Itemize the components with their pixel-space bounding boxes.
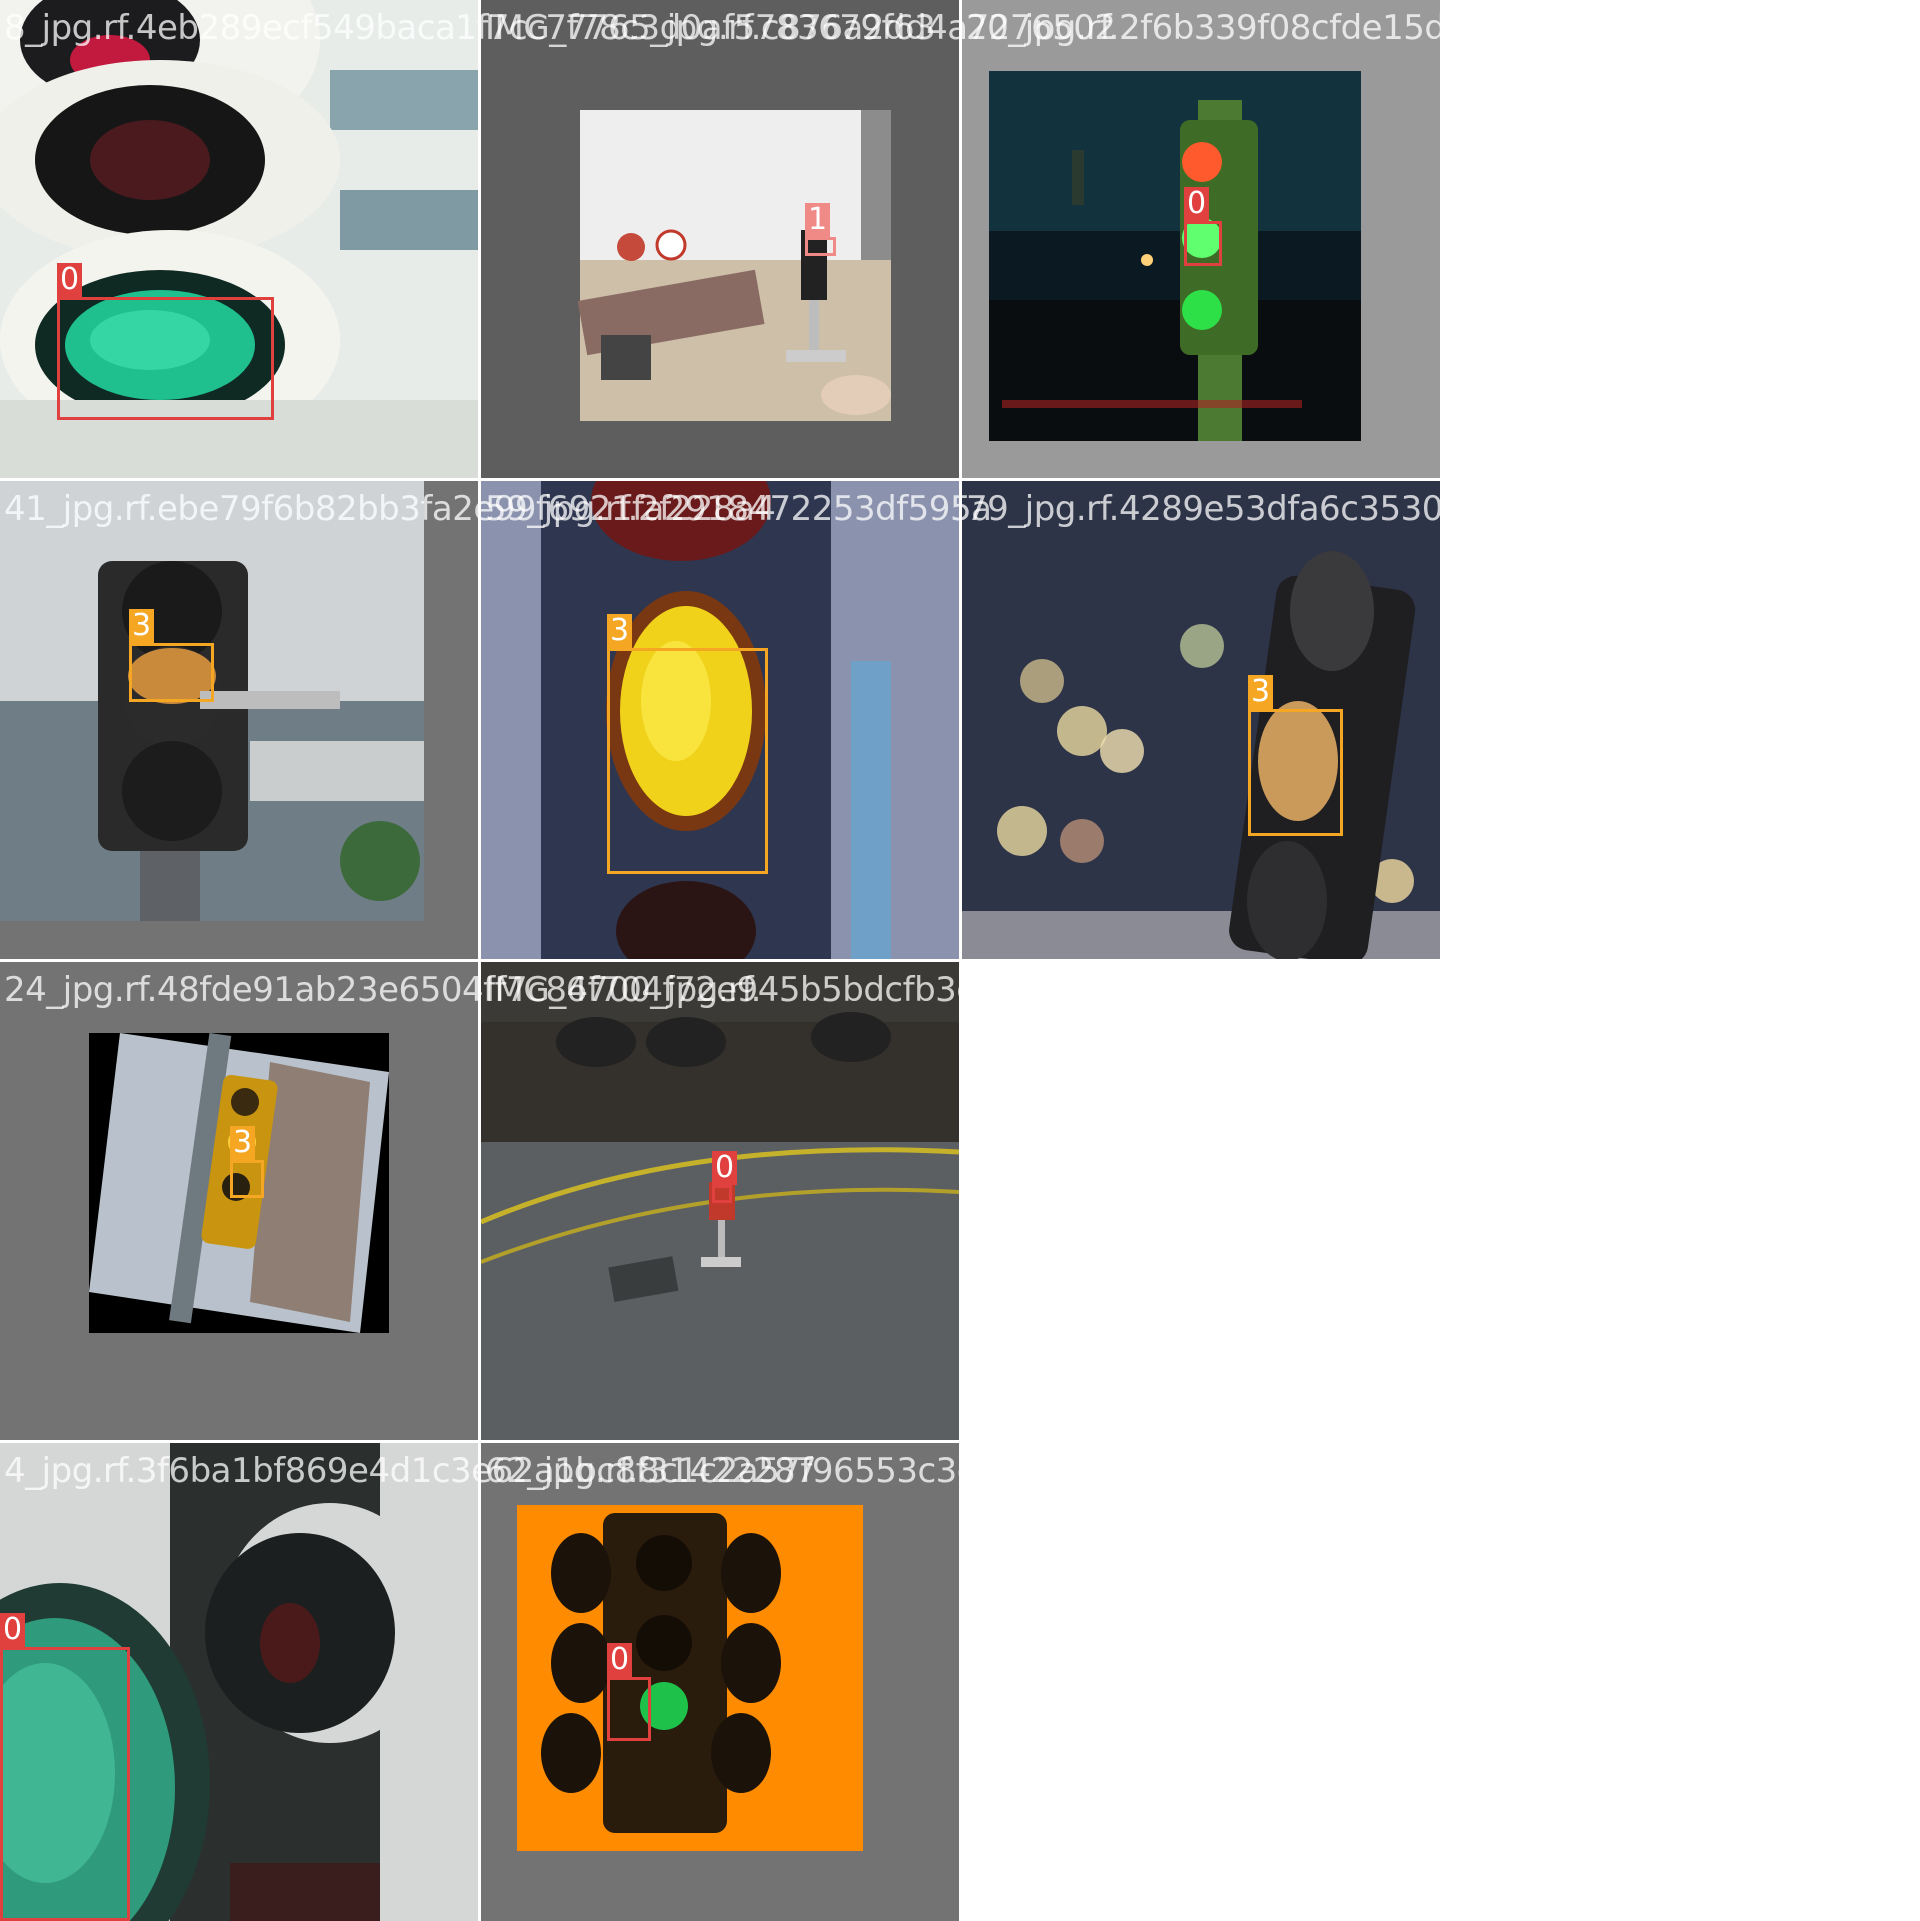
- tile-10-orange-background-traffic-light: [481, 1443, 959, 1921]
- detection-box: [712, 1185, 732, 1203]
- tile-1-image: 0: [0, 0, 478, 478]
- detection-label: 0: [1184, 187, 1210, 221]
- tile-7-image: 3: [0, 962, 478, 1440]
- tile-8-image: 0: [481, 962, 959, 1440]
- detection-label: 0: [0, 1613, 26, 1647]
- tile-2-image: 1: [481, 0, 959, 478]
- image-mosaic: 0 1 0 3 3 3 3 0 0 0 8_jpg.rf.4eb289ecf54…: [0, 0, 1920, 1921]
- detection-box: [230, 1160, 264, 1198]
- tile-4-image: 3: [0, 481, 478, 959]
- detection-label: 1: [805, 203, 831, 237]
- tile-5-image: 3: [481, 481, 959, 959]
- detection-label: 3: [1248, 675, 1274, 709]
- detection-label: 0: [607, 1643, 633, 1677]
- detection-box: [57, 297, 274, 420]
- tile-10-image: 0: [481, 1443, 959, 1921]
- tile-6-bokeh-traffic-light-photo: [962, 481, 1440, 959]
- detection-label: 3: [129, 609, 155, 643]
- detection-box: [1248, 709, 1343, 836]
- tile-6-image: 3: [962, 481, 1440, 959]
- tile-3-image: 0: [962, 0, 1440, 478]
- detection-box: [607, 648, 768, 874]
- detection-label: 3: [230, 1126, 256, 1160]
- detection-label: 0: [57, 263, 83, 297]
- detection-box: [1184, 221, 1222, 266]
- tile-4-traffic-light-photo: [0, 481, 478, 959]
- detection-label: 3: [607, 614, 633, 648]
- tile-9-image: 0: [0, 1443, 478, 1921]
- tile-7-rotated-traffic-light-photo: [0, 962, 478, 1440]
- detection-box: [0, 1647, 130, 1921]
- detection-box: [805, 237, 836, 256]
- detection-box: [607, 1677, 651, 1741]
- tile-2-desk-photo: [481, 0, 959, 478]
- detection-box: [129, 643, 214, 702]
- detection-label: 0: [712, 1151, 738, 1185]
